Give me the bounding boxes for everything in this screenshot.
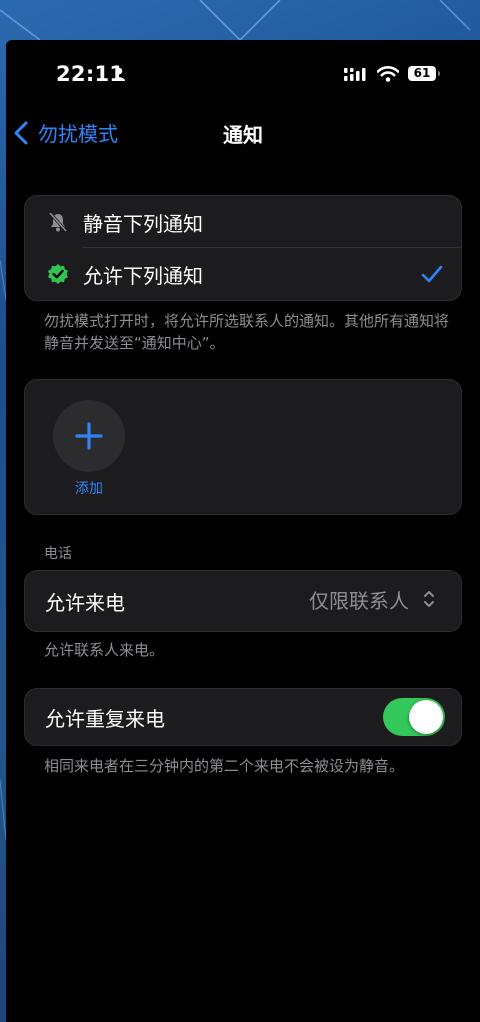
toggle-knob <box>409 700 443 734</box>
verified-check-icon <box>48 264 68 284</box>
repeated-calls-label: 允许重复来电 <box>45 706 165 731</box>
allow-calls-group: 允许来电 仅限联系人 <box>24 570 462 632</box>
notify-options-group: 静音下列通知 允许下列通知 <box>24 195 462 301</box>
navigation-bar: 勿扰模式 通知 <box>6 110 480 154</box>
settings-screen: 22:11 61 勿扰模式 通知 静音下列通知 允许下列通知 勿扰模式打开时，将… <box>6 40 480 1022</box>
battery-icon: 61 <box>408 66 436 81</box>
status-bar: 22:11 61 <box>6 40 480 100</box>
allow-calls-value: 仅限联系人 <box>309 589 409 613</box>
option-silence-notifications[interactable]: 静音下列通知 <box>25 196 461 248</box>
checkmark-icon <box>421 265 443 283</box>
repeated-calls-toggle[interactable] <box>383 698 445 736</box>
add-person-button[interactable] <box>53 400 125 472</box>
option-label: 静音下列通知 <box>83 211 203 236</box>
allow-calls-row[interactable]: 允许来电 仅限联系人 <box>25 571 461 631</box>
allow-calls-label: 允许来电 <box>45 590 125 615</box>
person-icon <box>113 67 125 81</box>
battery-tip <box>438 71 440 76</box>
allow-calls-footer: 允许联系人来电。 <box>44 641 165 659</box>
wifi-icon <box>377 66 399 82</box>
plus-icon <box>75 422 103 450</box>
page-title: 通知 <box>223 123 263 147</box>
repeated-calls-footer: 相同来电者在三分钟内的第二个来电不会被设为静音。 <box>44 757 405 775</box>
notify-options-footer: 勿扰模式打开时，将允许所选联系人的通知。其他所有通知将静音并发送至“通知中心”。 <box>44 312 450 352</box>
chevron-up-down-icon <box>424 591 434 607</box>
battery-level: 61 <box>413 66 431 80</box>
add-person-label[interactable]: 添加 <box>53 478 125 498</box>
option-allow-notifications[interactable]: 允许下列通知 <box>25 248 461 300</box>
allowed-people-group: 添加 <box>24 379 462 515</box>
phone-section-header: 电话 <box>44 546 72 562</box>
repeated-calls-row: 允许重复来电 <box>25 689 461 745</box>
cellular-signal-icon <box>344 68 366 81</box>
bell-slash-icon <box>48 212 68 232</box>
repeated-calls-group: 允许重复来电 <box>24 688 462 746</box>
option-label: 允许下列通知 <box>83 263 203 288</box>
